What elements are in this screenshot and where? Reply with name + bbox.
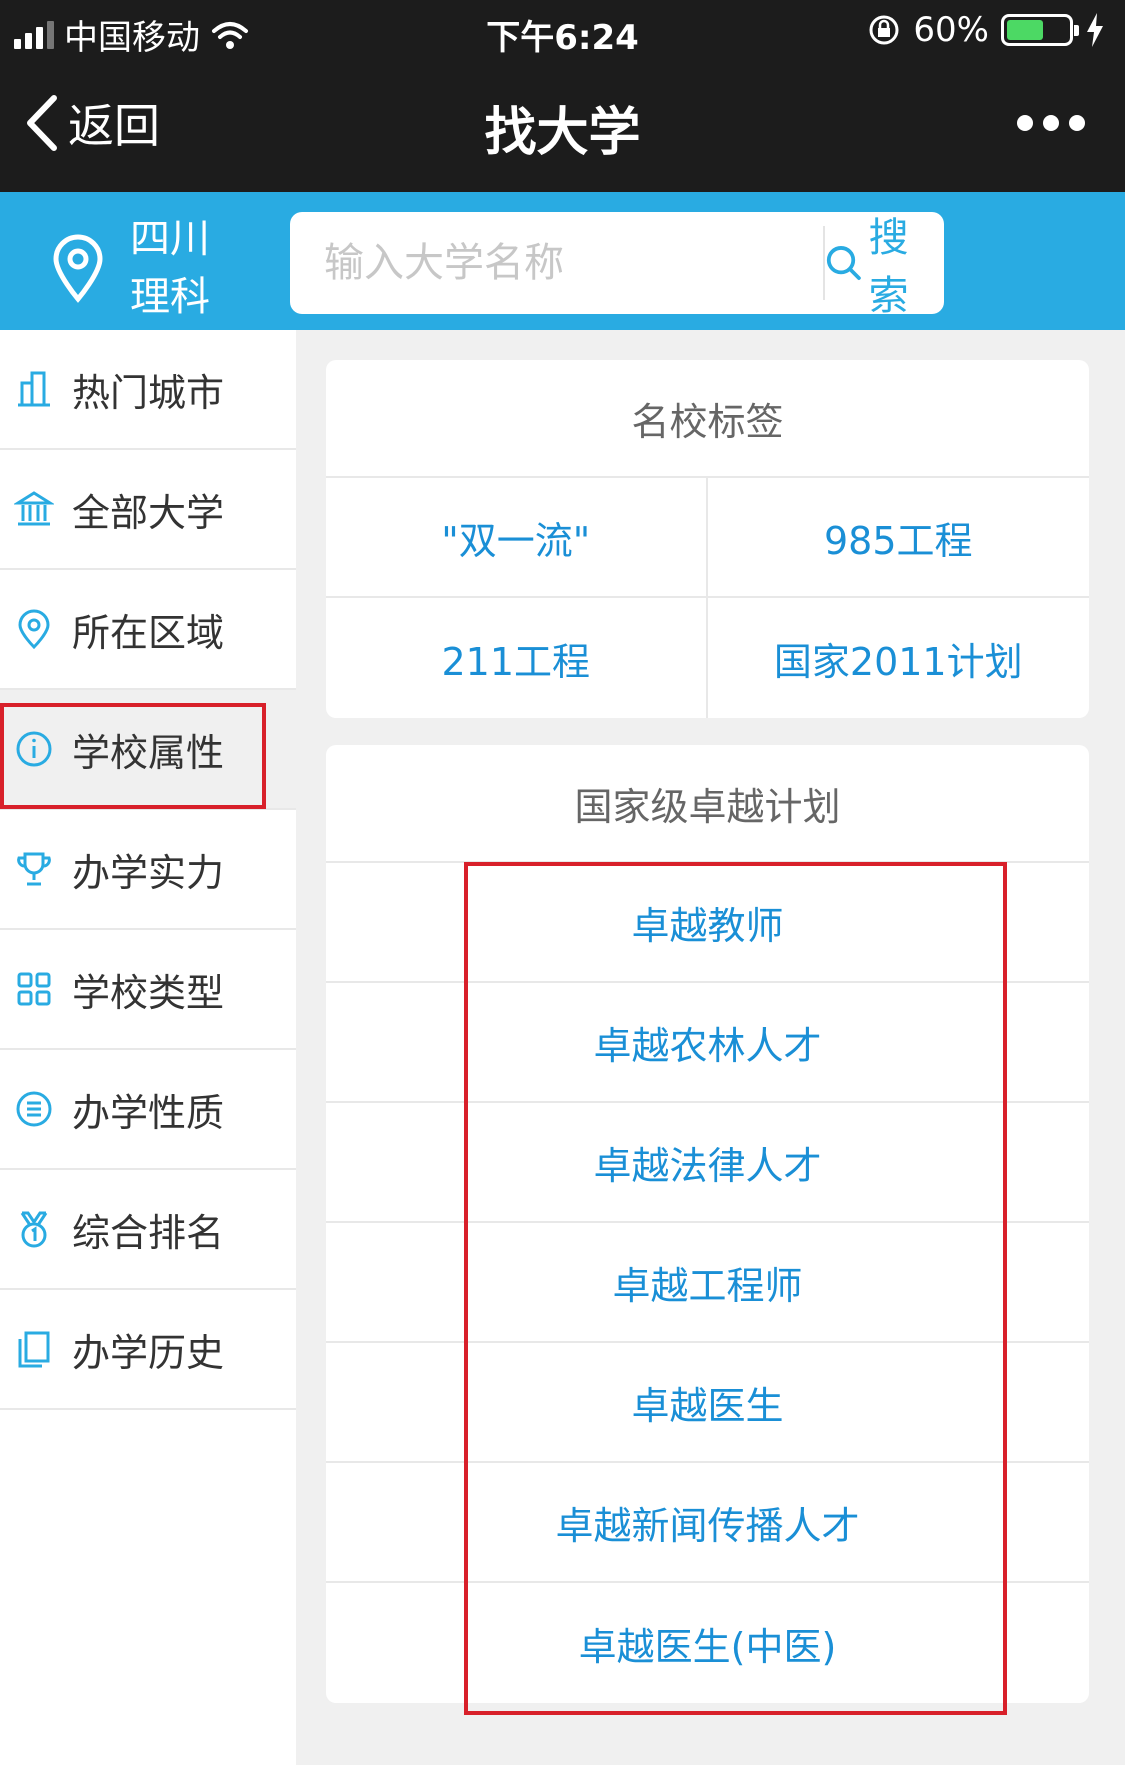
search-box: 搜索	[290, 212, 944, 319]
sidebar: 热门城市 全部大学 所在区域 学校属性 办学实力 学校类型 办学性质 综合排名 …	[0, 330, 296, 1765]
sidebar-item-label: 综合排名	[72, 1210, 225, 1255]
sidebar-item-label: 热门城市	[72, 370, 225, 415]
charging-bolt-icon	[1087, 13, 1103, 47]
search-band: 四川 理科 搜索	[0, 192, 1125, 330]
sidebar-item-ranking[interactable]: 综合排名	[0, 1170, 296, 1290]
location-pin-icon	[53, 234, 103, 303]
sidebar-item-label: 学校类型	[72, 970, 225, 1015]
sidebar-item-all-universities[interactable]: 全部大学	[0, 450, 296, 570]
sidebar-item-strength[interactable]: 办学实力	[0, 810, 296, 930]
plan-item-engineer[interactable]: 卓越工程师	[326, 1223, 1089, 1343]
location-pin-icon	[18, 609, 50, 649]
location-selector[interactable]: 四川 理科	[50, 210, 210, 326]
search-button-label: 搜索	[868, 215, 909, 319]
tag-double-first-class[interactable]: "双一流"	[326, 478, 708, 598]
battery-icon	[1001, 14, 1079, 46]
tag-2011-plan[interactable]: 国家2011计划	[708, 598, 1090, 718]
sidebar-item-label: 办学历史	[72, 1330, 225, 1375]
subject-label: 理科	[130, 274, 210, 320]
search-button[interactable]: 搜索	[823, 215, 944, 319]
location-text: 四川 理科	[130, 210, 210, 326]
famous-tags-title: 名校标签	[326, 360, 1089, 478]
sidebar-item-history[interactable]: 办学历史	[0, 1290, 296, 1410]
plan-item-doctor[interactable]: 卓越医生	[326, 1343, 1089, 1463]
content-area: 名校标签 "双一流" 985工程 211工程 国家2011计划 国家级卓越计划 …	[296, 330, 1125, 1765]
medal-icon	[20, 1211, 48, 1248]
tag-985[interactable]: 985工程	[707, 478, 1089, 598]
sidebar-item-school-type[interactable]: 学校类型	[0, 930, 296, 1050]
rotation-lock-icon	[869, 15, 899, 45]
plan-item-tcm-doctor[interactable]: 卓越医生(中医)	[326, 1583, 1089, 1703]
nav-bar: 返回 找大学	[0, 60, 1125, 192]
battery-percent: 60%	[913, 10, 989, 50]
sidebar-item-label: 办学实力	[72, 850, 225, 895]
status-right: 60%	[867, 10, 1105, 50]
buildings-icon	[18, 371, 50, 407]
tag-211[interactable]: 211工程	[326, 598, 708, 718]
sidebar-item-hot-cities[interactable]: 热门城市	[0, 330, 296, 450]
page-title: 找大学	[484, 103, 641, 163]
sidebar-item-label: 学校属性	[72, 730, 225, 775]
book-icon	[18, 1331, 50, 1368]
trophy-icon	[17, 852, 51, 886]
sidebar-item-region[interactable]: 所在区域	[0, 570, 296, 690]
status-bar: 中国移动 下午6:24 60%	[0, 0, 1125, 60]
info-icon	[16, 731, 52, 767]
sidebar-item-label: 全部大学	[72, 490, 225, 535]
list-circle-icon	[16, 1091, 52, 1127]
institution-icon	[14, 491, 54, 526]
plan-item-agriculture[interactable]: 卓越农林人才	[326, 983, 1089, 1103]
sidebar-item-label: 办学性质	[72, 1090, 225, 1135]
sidebar-item-school-attributes[interactable]: 学校属性	[0, 690, 296, 810]
battery-fill	[1007, 20, 1043, 40]
excellence-plan-card: 国家级卓越计划 卓越教师 卓越农林人才 卓越法律人才 卓越工程师 卓越医生 卓越…	[326, 745, 1089, 1703]
more-options-icon[interactable]	[1017, 115, 1085, 131]
famous-tags-grid: "双一流" 985工程 211工程 国家2011计划	[326, 478, 1089, 718]
famous-tags-card: 名校标签 "双一流" 985工程 211工程 国家2011计划	[326, 360, 1089, 718]
grid-icon	[17, 972, 51, 1006]
sidebar-item-label: 所在区域	[72, 610, 225, 655]
search-input[interactable]	[290, 212, 823, 314]
province-label: 四川	[130, 216, 210, 262]
plan-item-teacher[interactable]: 卓越教师	[326, 863, 1089, 983]
plan-item-journalism[interactable]: 卓越新闻传播人才	[326, 1463, 1089, 1583]
sidebar-item-nature[interactable]: 办学性质	[0, 1050, 296, 1170]
excellence-plan-title: 国家级卓越计划	[326, 745, 1089, 863]
search-icon	[826, 246, 861, 280]
plan-item-law[interactable]: 卓越法律人才	[326, 1103, 1089, 1223]
